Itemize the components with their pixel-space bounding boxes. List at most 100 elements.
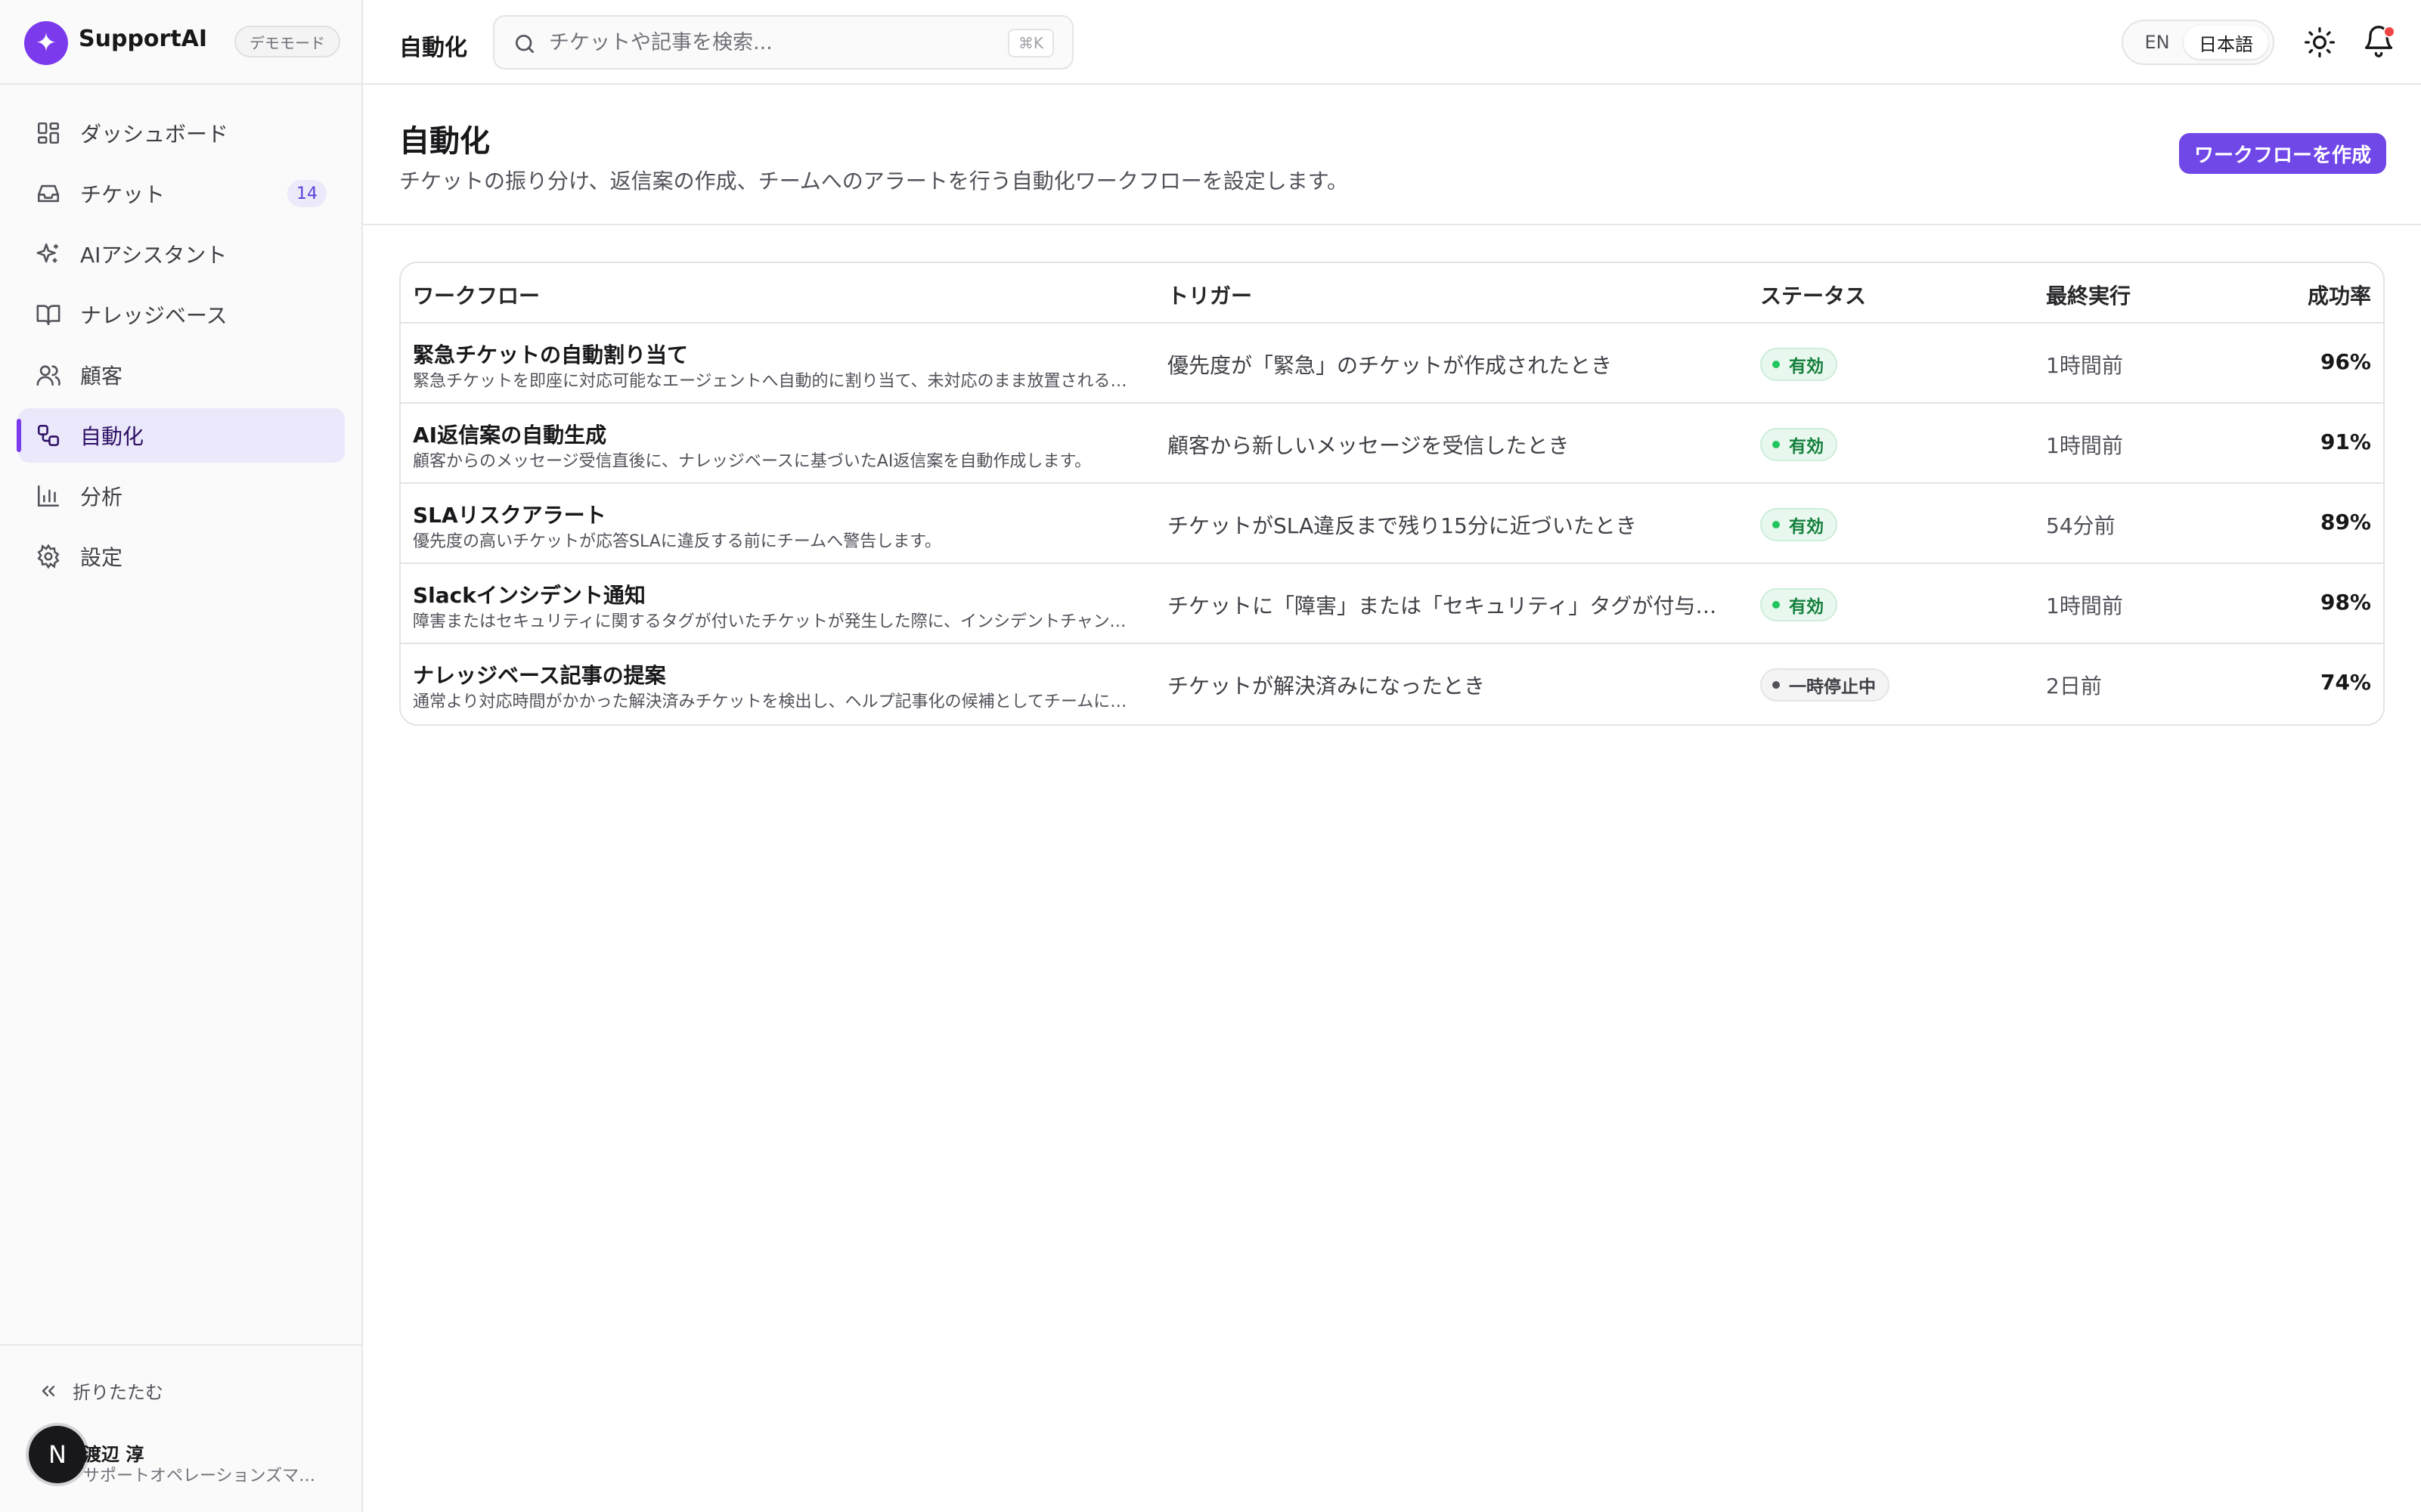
workflow-description: 通常より対応時間がかかった解決済みチケットを検出し、ヘルプ記事化の候補としてチー… bbox=[413, 692, 1139, 711]
workflow-trigger: 優先度が「緊急」のチケットが作成されたとき bbox=[1167, 353, 1613, 378]
table-row[interactable]: AI返信案の自動生成 顧客からのメッセージ受信直後に、ナレッジベースに基づいたA… bbox=[401, 404, 2383, 484]
workflow-name: 緊急チケットの自動割り当て bbox=[413, 342, 689, 367]
user-role: サポートオペレーションズマネージャー bbox=[83, 1467, 325, 1486]
status-dot bbox=[1772, 441, 1780, 448]
sidebar-item-label: 自動化 bbox=[80, 424, 144, 449]
sidebar: ✦ SupportAI デモモード ダッシュボード チケット 14 AIアシスタ… bbox=[0, 0, 363, 1512]
avatar[interactable]: N bbox=[29, 1426, 86, 1483]
brand-header: ✦ SupportAI デモモード bbox=[0, 0, 363, 85]
status-badge: 一時停止中 bbox=[1760, 668, 1889, 702]
workflow-name: ナレッジベース記事の提案 bbox=[413, 663, 666, 688]
workflow-last-run: 1時間前 bbox=[2046, 593, 2123, 618]
collapse-sidebar-button[interactable]: 折りたたむ bbox=[38, 1377, 163, 1404]
column-header-workflow[interactable]: ワークフロー bbox=[413, 280, 540, 310]
gear-icon bbox=[35, 543, 62, 570]
bar-chart-icon bbox=[35, 482, 62, 510]
table-row[interactable]: SLAリスクアラート 優先度の高いチケットが応答SLAに違反する前にチームへ警告… bbox=[401, 484, 2383, 564]
breadcrumb: 自動化 bbox=[399, 35, 467, 61]
create-workflow-button[interactable]: ワークフローを作成 bbox=[2179, 133, 2387, 174]
workflow-description: 顧客からのメッセージ受信直後に、ナレッジベースに基づいたAI返信案を自動作成しま… bbox=[413, 452, 1092, 471]
language-toggle: EN 日本語 bbox=[2122, 20, 2274, 65]
table-row[interactable]: 緊急チケットの自動割り当て 緊急チケットを即座に対応可能なエージェントへ自動的に… bbox=[401, 324, 2383, 404]
status-label: 有効 bbox=[1789, 597, 1824, 617]
column-header-status[interactable]: ステータス bbox=[1760, 280, 1866, 310]
status-dot bbox=[1772, 361, 1780, 368]
status-badge: 有効 bbox=[1760, 428, 1837, 461]
page-header: 自動化 チケットの振り分け、返信案の作成、チームへのアラートを行う自動化ワークフ… bbox=[363, 85, 2421, 225]
status-label: 有効 bbox=[1789, 517, 1824, 537]
workflow-success-rate: 74% bbox=[2320, 670, 2371, 695]
users-icon bbox=[35, 361, 62, 389]
column-header-last-run[interactable]: 最終実行 bbox=[2046, 280, 2131, 310]
dashboard-icon bbox=[35, 119, 62, 147]
sidebar-item-dashboard[interactable]: ダッシュボード bbox=[18, 106, 345, 160]
notification-dot bbox=[2383, 26, 2395, 38]
page-title: 自動化 bbox=[399, 124, 490, 159]
workflow-last-run: 54分前 bbox=[2046, 513, 2116, 538]
status-dot bbox=[1772, 521, 1780, 528]
workflow-success-rate: 89% bbox=[2320, 510, 2371, 534]
workflow-name: Slackインシデント通知 bbox=[413, 583, 646, 608]
ticket-count-badge: 14 bbox=[287, 180, 327, 207]
workflow-last-run: 1時間前 bbox=[2046, 353, 2123, 378]
workflow-description: 優先度の高いチケットが応答SLAに違反する前にチームへ警告します。 bbox=[413, 532, 941, 551]
sidebar-item-customers[interactable]: 顧客 bbox=[18, 348, 345, 402]
sidebar-item-label: AIアシスタント bbox=[80, 243, 228, 268]
workflow-table: ワークフロー トリガー ステータス 最終実行 成功率 緊急チケットの自動割り当て… bbox=[399, 262, 2385, 726]
table-row[interactable]: ナレッジベース記事の提案 通常より対応時間がかかった解決済みチケットを検出し、ヘ… bbox=[401, 644, 2383, 724]
search-box[interactable]: ⌘K bbox=[493, 15, 1074, 70]
sidebar-item-analytics[interactable]: 分析 bbox=[18, 469, 345, 523]
search-icon bbox=[516, 35, 534, 53]
sidebar-item-automation[interactable]: 自動化 bbox=[17, 408, 345, 463]
workflow-trigger: 顧客から新しいメッセージを受信したとき bbox=[1167, 433, 1570, 458]
workflow-trigger: チケットがSLA違反まで残り15分に近づいたとき bbox=[1167, 513, 1637, 538]
sidebar-item-label: 分析 bbox=[80, 485, 123, 510]
status-label: 有効 bbox=[1789, 357, 1824, 376]
book-icon bbox=[35, 301, 62, 328]
sidebar-item-knowledge-base[interactable]: ナレッジベース bbox=[18, 287, 345, 342]
sidebar-item-label: ナレッジベース bbox=[80, 303, 228, 328]
sidebar-item-label: 顧客 bbox=[80, 364, 123, 389]
lang-ja-option[interactable]: 日本語 bbox=[2184, 26, 2268, 59]
theme-toggle-button[interactable] bbox=[2303, 26, 2336, 59]
workflow-trigger: チケットに「障害」または「セキュリティ」タグが付与されたとき bbox=[1167, 593, 1719, 618]
workflow-trigger: チケットが解決済みになったとき bbox=[1167, 674, 1486, 699]
topbar: 自動化 ⌘K EN 日本語 bbox=[363, 0, 2421, 85]
lang-en-option[interactable]: EN bbox=[2134, 27, 2181, 57]
page-description: チケットの振り分け、返信案の作成、チームへのアラートを行う自動化ワークフローを設… bbox=[399, 169, 1348, 194]
sidebar-item-tickets[interactable]: チケット 14 bbox=[18, 166, 345, 221]
sidebar-item-label: 設定 bbox=[80, 545, 123, 570]
sparkles-icon bbox=[35, 240, 62, 268]
column-header-success-rate[interactable]: 成功率 bbox=[2308, 280, 2371, 310]
inbox-icon bbox=[35, 180, 62, 207]
status-badge: 有効 bbox=[1760, 508, 1837, 541]
table-row[interactable]: Slackインシデント通知 障害またはセキュリティに関するタグが付いたチケットが… bbox=[401, 564, 2383, 644]
notifications-button[interactable] bbox=[2362, 24, 2395, 57]
status-label: 一時停止中 bbox=[1789, 677, 1876, 697]
chevrons-left-icon bbox=[42, 1385, 55, 1396]
status-dot bbox=[1772, 601, 1780, 609]
status-label: 有効 bbox=[1789, 437, 1824, 457]
workflow-last-run: 1時間前 bbox=[2046, 433, 2123, 458]
app-name: SupportAI bbox=[79, 26, 208, 52]
workflow-description: 緊急チケットを即座に対応可能なエージェントへ自動的に割り当て、未対応のまま放置さ… bbox=[413, 372, 1139, 391]
sparkle-logo-icon[interactable]: ✦ bbox=[24, 21, 68, 65]
workflow-icon bbox=[35, 422, 62, 449]
search-input[interactable] bbox=[549, 27, 972, 57]
demo-mode-badge: デモモード bbox=[234, 26, 340, 57]
collapse-label: 折りたたむ bbox=[73, 1382, 163, 1403]
search-shortcut-hint: ⌘K bbox=[1007, 29, 1054, 57]
sidebar-item-label: ダッシュボード bbox=[80, 122, 229, 147]
workflow-name: AI返信案の自動生成 bbox=[413, 423, 607, 448]
sidebar-item-ai-assistant[interactable]: AIアシスタント bbox=[18, 227, 345, 281]
workflow-description: 障害またはセキュリティに関するタグが付いたチケットが発生した際に、インシデントチ… bbox=[413, 612, 1139, 631]
workflow-success-rate: 96% bbox=[2320, 349, 2371, 374]
sidebar-footer: 折りたたむ N 渡辺 淳 サポートオペレーションズマネージャー bbox=[0, 1344, 363, 1512]
sidebar-nav: ダッシュボード チケット 14 AIアシスタント ナレッジベース 顧客 自動化 … bbox=[17, 106, 345, 590]
workflow-last-run: 2日前 bbox=[2046, 674, 2102, 699]
workflow-success-rate: 98% bbox=[2320, 590, 2371, 615]
sidebar-item-settings[interactable]: 設定 bbox=[18, 529, 345, 584]
sun-icon bbox=[2305, 27, 2335, 57]
column-header-trigger[interactable]: トリガー bbox=[1167, 280, 1252, 310]
status-badge: 有効 bbox=[1760, 348, 1837, 381]
